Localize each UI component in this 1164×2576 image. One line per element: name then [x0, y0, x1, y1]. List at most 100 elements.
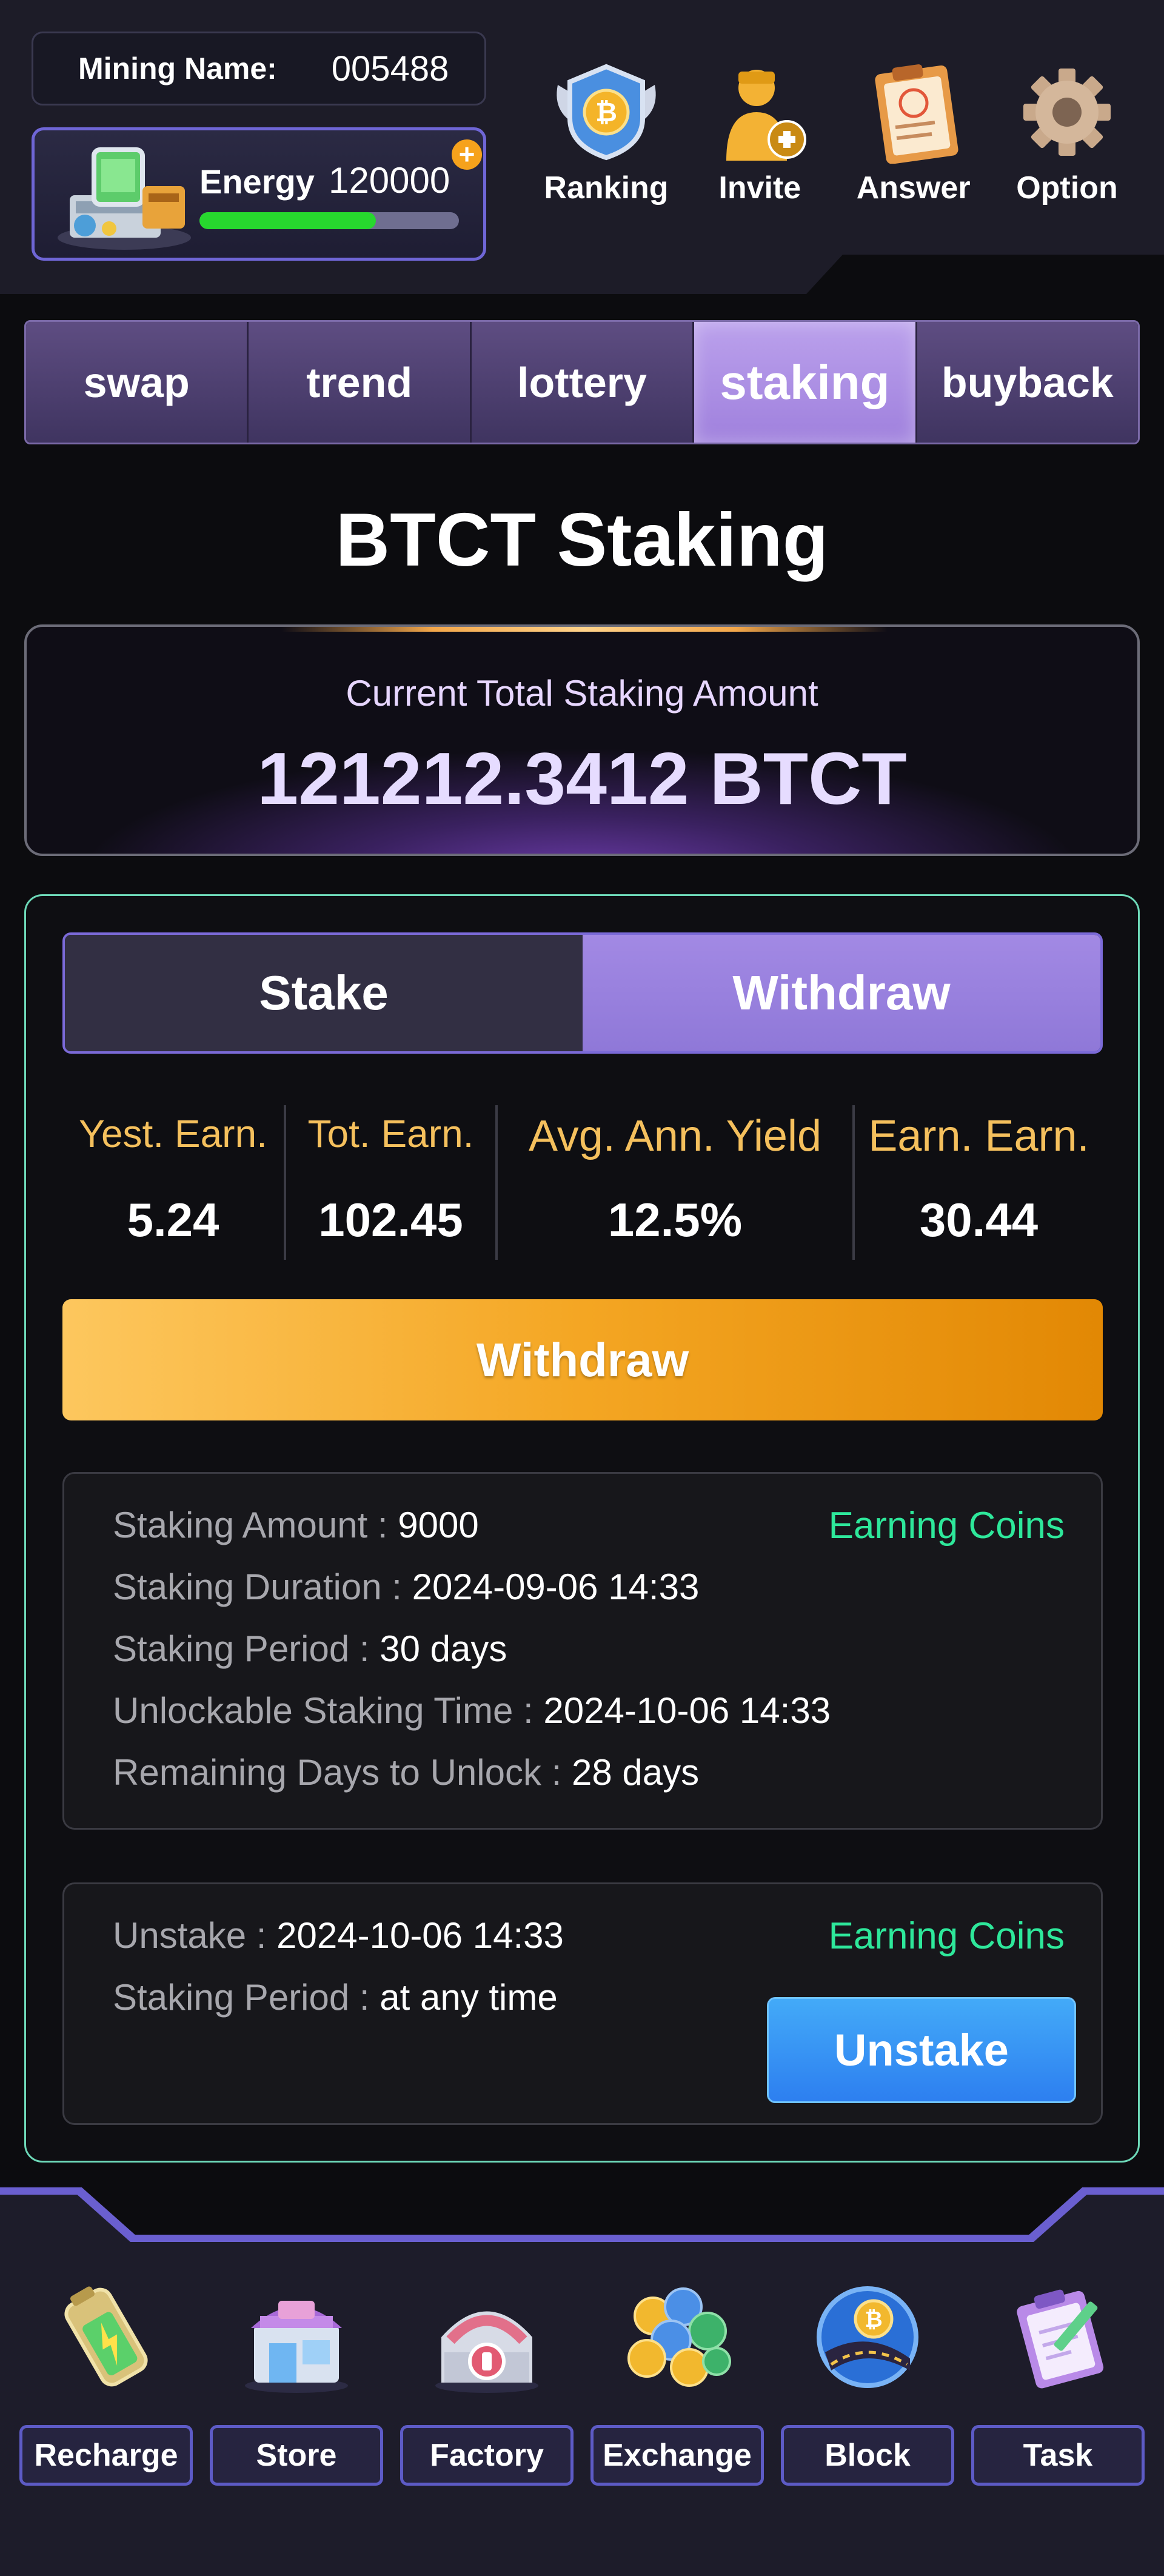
unstake-card: Earning Coins Unstake : 2024-10-06 14:33…	[62, 1882, 1103, 2125]
energy-progress-fill	[199, 212, 376, 229]
row-value: 30 days	[380, 1628, 507, 1669]
stat-earned: Earn. Earn. 30.44	[855, 1105, 1103, 1260]
glow-divider	[281, 627, 888, 632]
total-staking-label: Current Total Staking Amount	[346, 673, 818, 714]
nav-factory-label: Factory	[400, 2425, 574, 2486]
total-staking-panel: Current Total Staking Amount 121212.3412…	[24, 624, 1140, 856]
svg-text:₿: ₿	[865, 2307, 882, 2332]
energy-progress-bar	[199, 212, 459, 229]
nav-recharge[interactable]: Recharge	[18, 2280, 194, 2492]
nav-block[interactable]: ₿ Block	[780, 2280, 955, 2492]
row-key: Staking Amount	[113, 1505, 368, 1545]
row-value: 2024-10-06 14:33	[543, 1690, 831, 1731]
row-key: Staking Period	[113, 1977, 350, 2018]
block-globe-icon: ₿	[817, 2286, 918, 2388]
stat-title: Earn. Earn.	[868, 1112, 1089, 1160]
total-staking-value: 121212.3412 BTCT	[257, 737, 907, 820]
bottom-nav: Recharge Store Factory Exchange ₿ Block …	[18, 2280, 1146, 2492]
energy-panel[interactable]: Energy 120000 +	[32, 127, 486, 261]
mining-name-label: Mining Name:	[78, 52, 277, 85]
row-separator: :	[349, 1977, 380, 2018]
row-value: 9000	[398, 1505, 479, 1545]
stat-value: 30.44	[919, 1193, 1039, 1246]
remaining-days-row: Remaining Days to Unlock : 28 days	[113, 1751, 699, 1793]
factory-icon	[435, 2311, 538, 2393]
nav-exchange-label: Exchange	[590, 2425, 764, 2486]
nav-option[interactable]: Option	[994, 61, 1140, 230]
staking-panel: Stake Withdraw Yest. Earn. 5.24 Tot. Ear…	[24, 894, 1140, 2163]
tab-swap[interactable]: swap	[26, 322, 249, 443]
stat-value: 102.45	[318, 1193, 463, 1246]
nav-store[interactable]: Store	[209, 2280, 384, 2492]
stat-title: Avg. Ann. Yield	[528, 1112, 822, 1160]
task-clipboard-icon	[1017, 2289, 1104, 2389]
stat-title: Tot. Earn.	[307, 1112, 474, 1156]
nav-answer-label: Answer	[856, 170, 971, 206]
staking-record-card: Earning Coins Staking Amount : 9000 Stak…	[62, 1472, 1103, 1830]
feature-tabs: swap trend lottery staking buyback	[24, 320, 1140, 444]
row-separator: :	[541, 1752, 572, 1793]
tab-buyback[interactable]: buyback	[917, 322, 1138, 443]
nav-answer[interactable]: Answer	[841, 61, 986, 230]
page-title: BTCT Staking	[335, 498, 829, 582]
nav-invite[interactable]: Invite	[687, 61, 832, 230]
stake-toggle-button[interactable]: Stake	[65, 935, 583, 1051]
nav-ranking[interactable]: ₿ Ranking	[534, 61, 679, 230]
nav-task-label: Task	[971, 2425, 1145, 2486]
stat-value: 12.5%	[607, 1193, 743, 1246]
energy-value: 120000	[329, 160, 450, 201]
mining-name-box: Mining Name: 005488	[32, 32, 486, 105]
unlockable-time-row: Unlockable Staking Time : 2024-10-06 14:…	[113, 1690, 831, 1731]
svg-text:₿: ₿	[595, 98, 617, 127]
stat-annual-yield: Avg. Ann. Yield 12.5%	[498, 1105, 852, 1260]
row-key: Staking Duration	[113, 1567, 382, 1607]
withdraw-toggle-button[interactable]: Withdraw	[583, 935, 1100, 1051]
earning-status-badge: Earning Coins	[828, 1505, 1065, 1547]
battery-icon	[64, 2286, 148, 2387]
invite-user-icon	[726, 70, 807, 161]
bottom-bar-edge	[0, 2187, 1164, 2242]
row-key: Unstake	[113, 1915, 247, 1956]
withdraw-button[interactable]: Withdraw	[62, 1299, 1103, 1420]
row-key: Remaining Days to Unlock	[113, 1752, 541, 1793]
stake-withdraw-toggle: Stake Withdraw	[62, 932, 1103, 1054]
row-separator: :	[513, 1690, 544, 1731]
stat-title: Yest. Earn.	[79, 1112, 267, 1156]
row-separator: :	[246, 1915, 277, 1956]
tab-staking[interactable]: staking	[694, 322, 917, 443]
gear-icon	[1023, 69, 1111, 156]
answer-clipboard-icon	[875, 64, 958, 164]
stat-value: 5.24	[127, 1193, 219, 1246]
nav-block-label: Block	[781, 2425, 954, 2486]
row-separator: :	[381, 1567, 412, 1607]
nav-factory[interactable]: Factory	[399, 2280, 575, 2492]
add-energy-button[interactable]: +	[452, 139, 482, 170]
row-value: 2024-09-06 14:33	[412, 1567, 700, 1607]
row-value: 2024-10-06 14:33	[276, 1915, 564, 1956]
nav-store-label: Store	[210, 2425, 383, 2486]
row-separator: :	[349, 1628, 380, 1669]
earnings-stats: Yest. Earn. 5.24 Tot. Earn. 102.45 Avg. …	[62, 1105, 1103, 1260]
stat-total-earnings: Tot. Earn. 102.45	[286, 1105, 495, 1260]
nav-ranking-label: Ranking	[544, 170, 669, 206]
top-nav: ₿ Ranking Invite Answer Option	[534, 61, 1140, 230]
row-value: 28 days	[571, 1752, 700, 1793]
factory-machine-icon	[58, 147, 191, 250]
nav-exchange[interactable]: Exchange	[589, 2280, 765, 2492]
ranking-badge-icon: ₿	[557, 64, 656, 161]
row-key: Staking Period	[113, 1628, 350, 1669]
tab-trend[interactable]: trend	[249, 322, 472, 443]
earning-status-badge: Earning Coins	[828, 1915, 1065, 1957]
staking-duration-row: Staking Duration : 2024-09-06 14:33	[113, 1566, 699, 1608]
nav-recharge-label: Recharge	[19, 2425, 193, 2486]
row-separator: :	[367, 1505, 398, 1545]
stat-yesterday-earnings: Yest. Earn. 5.24	[62, 1105, 284, 1260]
unstake-button[interactable]: Unstake	[767, 1997, 1076, 2103]
unstake-time-row: Unstake : 2024-10-06 14:33	[113, 1915, 564, 1956]
row-key: Unlockable Staking Time	[113, 1690, 513, 1731]
mining-name-value: 005488	[331, 49, 449, 89]
nav-task[interactable]: Task	[970, 2280, 1146, 2492]
tab-lottery[interactable]: lottery	[471, 322, 695, 443]
staking-amount-row: Staking Amount : 9000	[113, 1504, 479, 1546]
coins-icon	[627, 2287, 731, 2387]
